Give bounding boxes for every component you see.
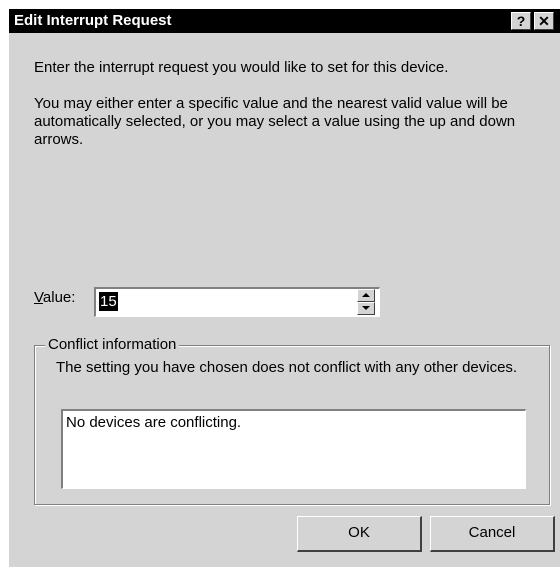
value-label: Value: (34, 289, 75, 307)
value-label-text: alue: (42, 289, 76, 306)
value-input[interactable]: 15 (99, 292, 118, 311)
arrow-up-icon (362, 293, 370, 297)
edit-interrupt-request-dialog: Edit Interrupt Request ? ✕ Enter the int… (8, 8, 560, 567)
instruction-text: Enter the interrupt request you would li… (34, 59, 449, 76)
conflicting-devices-list[interactable]: No devices are conflicting. (61, 409, 526, 489)
title-bar[interactable]: Edit Interrupt Request ? ✕ (9, 9, 560, 33)
arrow-down-icon (362, 306, 370, 310)
close-button[interactable]: ✕ (534, 12, 554, 30)
ok-button[interactable]: OK (297, 516, 422, 552)
cancel-button[interactable]: Cancel (430, 516, 555, 552)
close-icon: ✕ (538, 13, 550, 29)
help-icon: ? (516, 13, 526, 29)
window-title: Edit Interrupt Request (14, 12, 172, 29)
spin-down-button[interactable] (357, 302, 375, 315)
conflict-information-group: Conflict information The setting you hav… (34, 336, 550, 505)
description-text: You may either enter a specific value an… (34, 95, 516, 148)
conflict-group-title: Conflict information (45, 336, 180, 354)
help-button[interactable]: ? (511, 12, 531, 30)
value-spinbox[interactable]: 15 (94, 287, 380, 317)
list-item[interactable]: No devices are conflicting. (66, 414, 241, 432)
conflict-message: The setting you have chosen does not con… (56, 359, 518, 376)
spin-up-button[interactable] (357, 289, 375, 302)
value-label-mnemonic: V (34, 289, 43, 306)
